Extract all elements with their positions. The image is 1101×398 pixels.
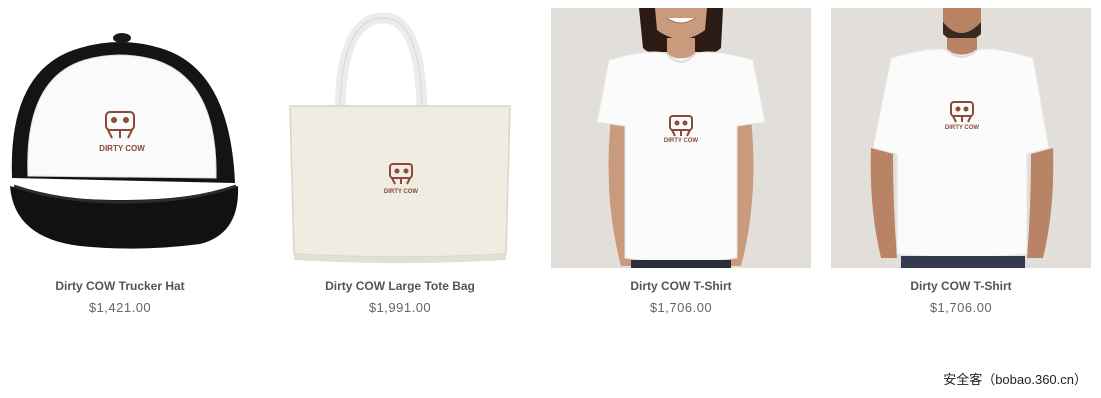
logo-text: DIRTY COW xyxy=(945,125,980,131)
product-image[interactable]: DIRTY COW xyxy=(551,8,811,268)
product-image[interactable]: DIRTY COW xyxy=(0,8,250,268)
product-title[interactable]: Dirty COW T-Shirt xyxy=(551,279,811,293)
logo-text: DIRTY COW xyxy=(384,189,419,195)
product-title[interactable]: Dirty COW Trucker Hat xyxy=(0,279,250,293)
product-price: $1,421.00 xyxy=(88,300,152,315)
logo-text: DIRTY COW xyxy=(99,144,145,153)
product-image[interactable]: DIRTY COW xyxy=(831,8,1091,268)
product-price: $1,991.00 xyxy=(368,300,432,315)
product-image[interactable]: DIRTY COW xyxy=(270,8,530,268)
product-price: $1,706.00 xyxy=(929,300,993,315)
product-title[interactable]: Dirty COW T-Shirt xyxy=(831,279,1091,293)
product-title[interactable]: Dirty COW Large Tote Bag xyxy=(270,279,530,293)
product-price: $1,706.00 xyxy=(649,300,713,315)
logo-text: DIRTY COW xyxy=(664,138,699,144)
product-grid: DIRTY COW Dirty COW Trucker Hat $1,421.0… xyxy=(0,0,1101,330)
watermark: 安全客（bobao.360.cn） xyxy=(943,372,1087,387)
